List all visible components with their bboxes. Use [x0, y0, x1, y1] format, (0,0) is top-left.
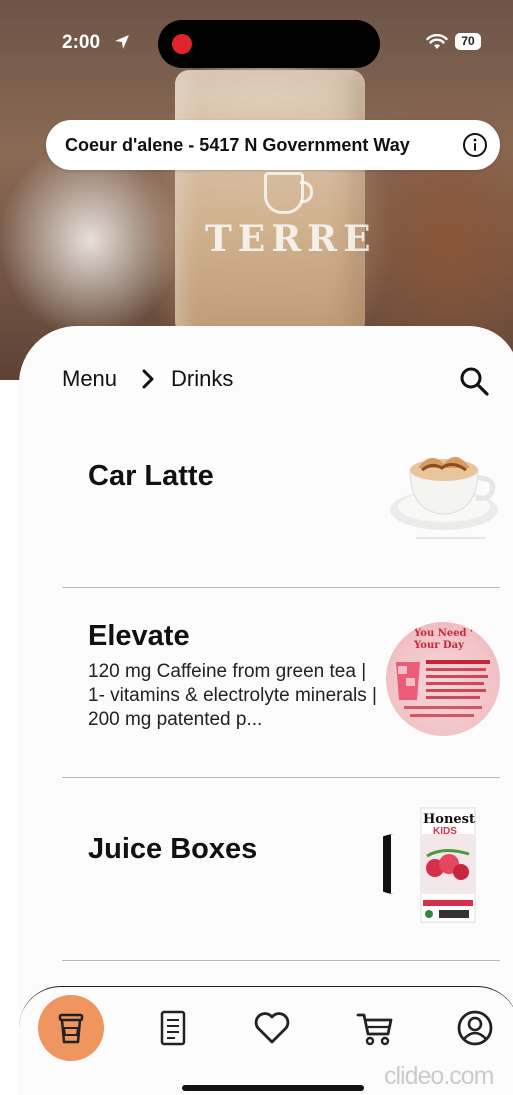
menu-document-icon[interactable]: [153, 1008, 193, 1048]
menu-item-description: 120 mg Caffeine from green tea | 1- vita…: [88, 661, 377, 730]
cup-logo-mark: [264, 172, 313, 214]
favorites-heart-icon[interactable]: [252, 1008, 292, 1048]
juice-sub-brand: KIDS: [433, 826, 457, 837]
recording-indicator-icon: [172, 34, 192, 54]
elevate-drink-graphic: [396, 660, 490, 717]
store-location-label: Coeur d'alene - 5417 N Government Way: [65, 134, 410, 155]
home-indicator: [182, 1085, 364, 1091]
store-location-selector[interactable]: Coeur d'alene - 5417 N Government Way: [46, 120, 500, 170]
cart-icon[interactable]: [355, 1008, 395, 1048]
drinks-cup-icon[interactable]: [51, 1008, 91, 1048]
location-arrow-icon: [115, 35, 129, 49]
juice-boxes-image: Honest KIDS: [383, 806, 501, 924]
battery-indicator: 70: [455, 33, 481, 50]
watermark: clideo.com: [384, 1062, 494, 1090]
breadcrumb-current: Drinks: [171, 366, 234, 391]
menu-item-title: Elevate: [88, 620, 190, 652]
juice-brand: Honest: [423, 812, 475, 827]
car-latte-image: [390, 456, 498, 539]
item-divider: [62, 777, 500, 778]
elevate-image: You Need ‘ Your Day: [386, 622, 500, 736]
breadcrumb-menu-link[interactable]: Menu: [62, 366, 117, 392]
breadcrumb: Menu Drinks: [62, 366, 233, 392]
cup-brand-text: TERRE: [205, 218, 377, 260]
item-divider: [62, 587, 500, 588]
profile-icon[interactable]: [455, 1008, 495, 1048]
menu-item-title: Car Latte: [88, 460, 214, 492]
info-icon[interactable]: [462, 132, 488, 158]
dynamic-island: [158, 20, 380, 68]
status-time: 2:00: [62, 32, 101, 53]
search-icon[interactable]: [458, 365, 490, 397]
chevron-right-icon: [142, 369, 154, 389]
menu-item-title: Juice Boxes: [88, 833, 258, 865]
item-divider: [62, 960, 500, 961]
wifi-icon: [426, 34, 448, 49]
